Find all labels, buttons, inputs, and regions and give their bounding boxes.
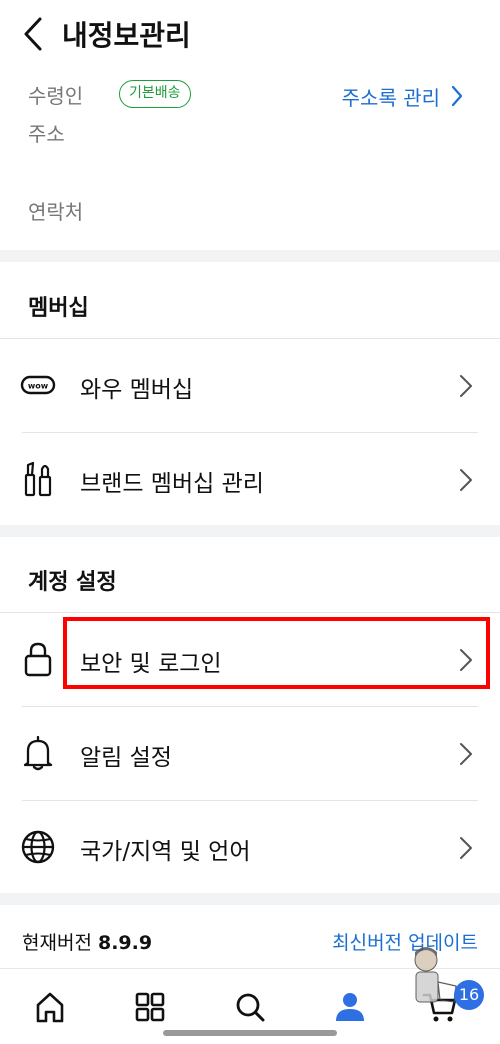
default-shipping-badge: 기본배송 [119,80,191,108]
chevron-right-icon [460,649,472,671]
home-icon[interactable] [30,987,70,1027]
globe-icon [21,830,55,864]
chevron-right-icon [451,85,463,107]
version-label: 현재버전 [22,932,92,954]
cosmetics-icon [24,461,52,497]
wow-membership-item[interactable]: wow 와우 멤버십 [0,339,500,431]
wow-icon: wow [20,375,56,395]
chevron-right-icon [460,375,472,397]
chevron-right-icon [460,743,472,765]
account-section-title: 계정 설정 [28,570,117,595]
section-divider [0,250,500,262]
notification-settings-item[interactable]: 알림 설정 [0,707,500,799]
version-number: 8.9.9 [97,932,153,954]
security-login-item[interactable]: 보안 및 로그인 [0,613,500,705]
bell-icon [23,735,53,771]
address-book-label: 주소록 관리 [341,86,440,110]
lock-icon [24,642,52,677]
notification-settings-label: 알림 설정 [80,745,172,771]
current-version: 현재버전 8.9.9 [22,928,152,955]
section-divider [0,525,500,537]
page-title: 내정보관리 [62,19,191,52]
my-icon[interactable] [330,987,370,1027]
brand-membership-item[interactable]: 브랜드 멤버십 관리 [0,433,500,525]
membership-section-title: 멤버십 [28,296,89,321]
chevron-right-icon [460,837,472,859]
section-divider [0,893,500,905]
header: 내정보관리 [0,0,500,70]
chevron-right-icon [460,469,472,491]
category-icon[interactable] [130,987,170,1027]
svg-text:wow: wow [28,382,49,391]
country-language-item[interactable]: 국가/지역 및 언어 [0,801,500,893]
address-label: 주소 [28,122,65,146]
wow-membership-label: 와우 멤버십 [80,377,194,403]
country-language-label: 국가/지역 및 언어 [80,839,251,865]
home-indicator-bar[interactable] [163,1030,337,1036]
address-book-link[interactable]: 주소록 관리 [304,82,464,110]
security-login-label: 보안 및 로그인 [80,651,222,677]
recipient-label: 수령인 [28,84,84,108]
cart-count-badge: 16 [454,980,484,1010]
brand-membership-label: 브랜드 멤버십 관리 [80,471,264,497]
contact-label: 연락처 [28,200,84,224]
back-arrow-icon[interactable] [18,16,48,52]
search-icon[interactable] [230,987,270,1027]
